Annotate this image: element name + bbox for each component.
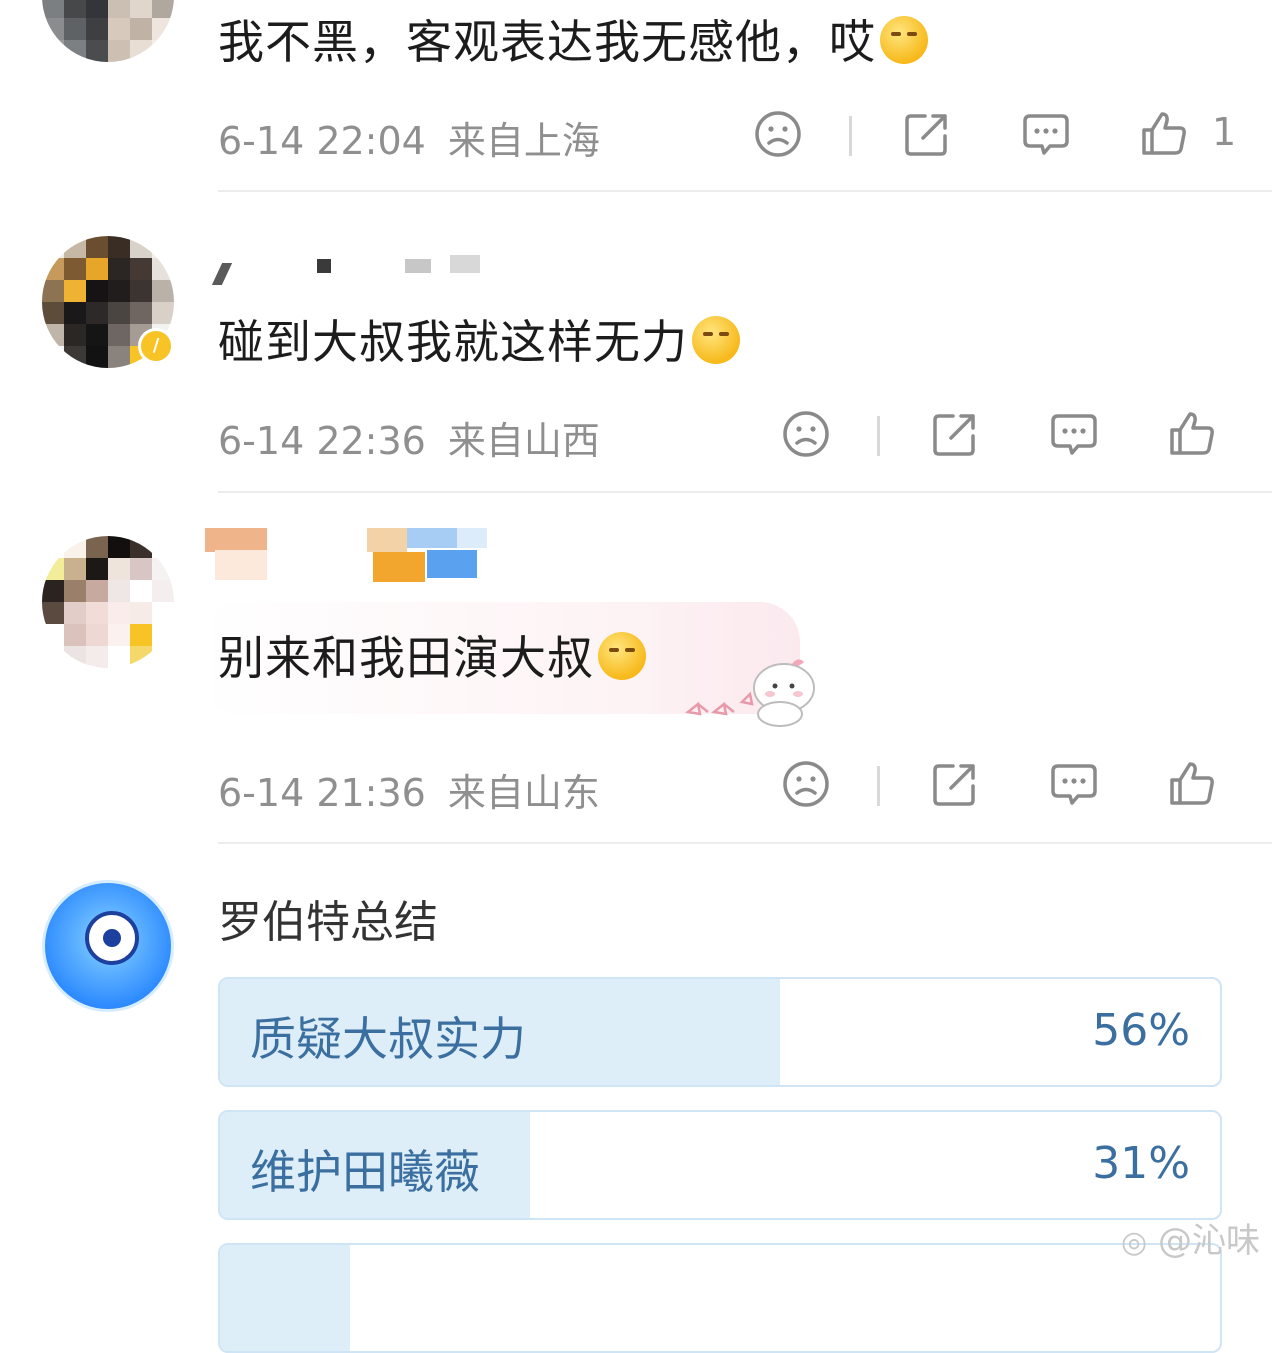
- comment-meta: 6-14 21:36 来自山东: [218, 762, 600, 817]
- dislike-icon[interactable]: [780, 408, 832, 460]
- poll-option-fill: [220, 1245, 350, 1351]
- comment-icon[interactable]: [1020, 108, 1072, 160]
- like-count: 1: [1212, 110, 1237, 154]
- avatar[interactable]: [42, 0, 174, 62]
- comment-actions: 1: [750, 108, 1270, 164]
- comment-text-content: 我不黑，客观表达我无感他，哎: [218, 15, 876, 69]
- dislike-icon[interactable]: [780, 758, 832, 810]
- robot-eye-icon: [85, 911, 139, 965]
- poll-option-percent: 31%: [1092, 1138, 1190, 1189]
- comment-icon[interactable]: [1048, 408, 1100, 460]
- like-icon[interactable]: [1166, 758, 1218, 810]
- like-icon[interactable]: [1138, 108, 1190, 160]
- shushing-face-emoji: [880, 16, 928, 64]
- divider: [218, 190, 1272, 192]
- poll-option[interactable]: [218, 1243, 1222, 1353]
- comment-text: 碰到大叔我就这样无力: [218, 306, 740, 372]
- username-redacted: [205, 528, 495, 582]
- comment-location: 来自山西: [447, 419, 600, 463]
- weibo-logo-icon: ◎: [1121, 1225, 1148, 1260]
- comment-location: 来自山东: [447, 771, 600, 815]
- summary-title: 罗伯特总结: [218, 897, 438, 948]
- comment-actions: [778, 408, 1258, 464]
- poll-option-label: 质疑大叔实力: [250, 1012, 526, 1066]
- watermark-text: @沁味: [1158, 1221, 1260, 1261]
- username-redacted: [205, 245, 505, 295]
- comment-meta: 6-14 22:36 来自山西: [218, 410, 600, 465]
- robot-avatar[interactable]: [42, 880, 174, 1012]
- like-icon[interactable]: [1166, 408, 1218, 460]
- hugging-face-emoji: [692, 316, 740, 364]
- face-with-open-eyes-hand-over-mouth-emoji: [598, 632, 646, 680]
- share-icon[interactable]: [929, 408, 981, 460]
- comment-date: 6-14 22:36: [218, 419, 426, 463]
- poll-option[interactable]: 维护田曦薇 31%: [218, 1110, 1222, 1220]
- comment-location: 来自上海: [447, 119, 600, 163]
- comment-text: 别来和我田演大叔: [218, 622, 646, 688]
- comment-icon[interactable]: [1048, 758, 1100, 810]
- share-icon[interactable]: [901, 108, 953, 160]
- avatar[interactable]: [42, 536, 174, 668]
- poll-option-percent: 56%: [1092, 1005, 1190, 1056]
- action-separator: [877, 766, 880, 806]
- comment-date: 6-14 21:36: [218, 771, 426, 815]
- comment-date: 6-14 22:04: [218, 119, 426, 163]
- watermark: ◎ @沁味: [1121, 1213, 1260, 1262]
- comment-text-content: 碰到大叔我就这样无力: [218, 315, 688, 369]
- divider: [218, 491, 1272, 493]
- comment-text: 我不黑，客观表达我无感他，哎: [218, 6, 928, 72]
- verified-badge-icon: /: [138, 328, 174, 364]
- dislike-icon[interactable]: [752, 108, 804, 160]
- poll-option-label: 维护田曦薇: [250, 1145, 480, 1199]
- share-icon[interactable]: [929, 758, 981, 810]
- poll-option[interactable]: 质疑大叔实力 56%: [218, 977, 1222, 1087]
- comment-meta: 6-14 22:04 来自上海: [218, 110, 600, 165]
- action-separator: [849, 116, 852, 156]
- comment-text-content: 别来和我田演大叔: [218, 631, 594, 685]
- action-separator: [877, 416, 880, 456]
- cartoon-cat-sticker-icon: [680, 650, 830, 730]
- divider: [218, 842, 1272, 844]
- comment-actions: [778, 758, 1258, 814]
